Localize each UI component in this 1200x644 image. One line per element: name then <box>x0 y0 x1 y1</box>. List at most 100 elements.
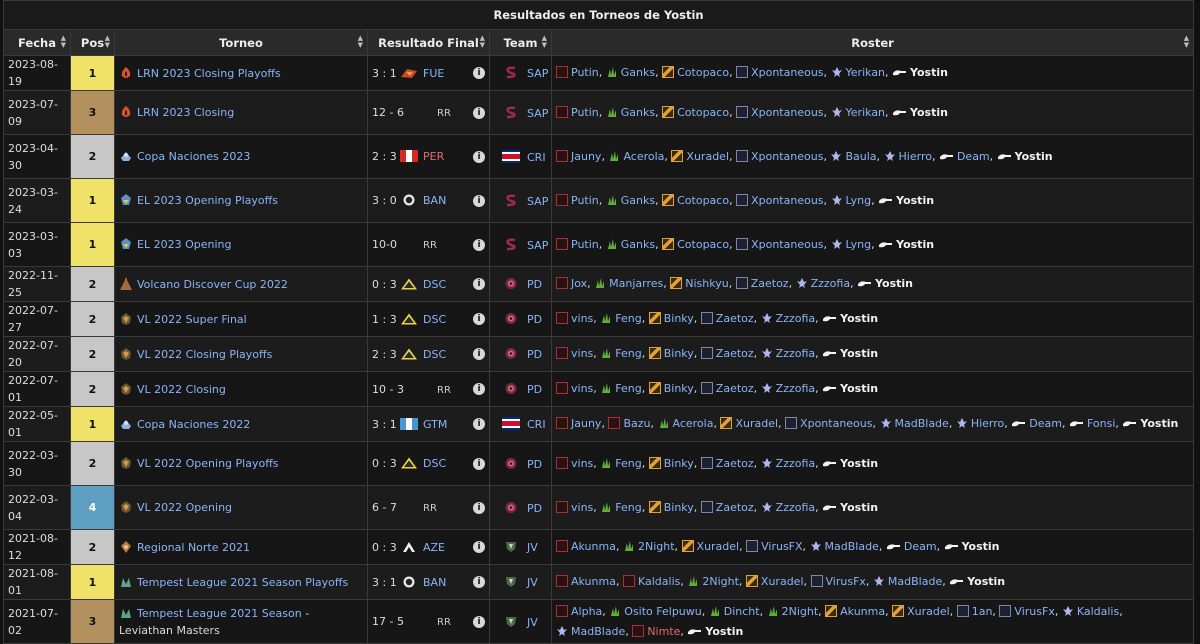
player-link[interactable]: Zaetoz <box>751 277 789 290</box>
player-link[interactable]: Putin <box>571 66 599 79</box>
player-link[interactable]: VirusFX <box>761 540 802 553</box>
player-link[interactable]: Xpontaneous <box>751 106 823 119</box>
player-link[interactable]: Xuradel <box>697 540 740 553</box>
player-link[interactable]: MadBlade <box>895 417 949 430</box>
info-icon[interactable]: i <box>473 150 485 163</box>
player-link[interactable]: Zzzofia <box>776 382 815 395</box>
player-link[interactable]: Kaldalis <box>1077 605 1119 618</box>
info-icon[interactable]: i <box>473 278 485 290</box>
tournament-link[interactable]: EL 2023 Opening <box>137 238 231 251</box>
info-icon[interactable]: i <box>473 501 485 514</box>
tournament-link[interactable]: LRN 2023 Closing <box>137 106 234 119</box>
sort-icon[interactable]: ▲ ▼ <box>542 35 547 49</box>
player-link[interactable]: Xpontaneous <box>751 150 823 163</box>
player-link[interactable]: Xuradel <box>907 605 950 618</box>
player-link[interactable]: MadBlade <box>571 625 625 638</box>
player-link[interactable]: Deam <box>904 540 937 553</box>
player-link[interactable]: 2Night <box>782 605 819 618</box>
player-link[interactable]: Zzzofia <box>811 277 850 290</box>
opponent-link[interactable]: GTM <box>423 418 451 431</box>
player-link[interactable]: Jauny <box>571 417 601 430</box>
player-link[interactable]: Putin <box>571 106 599 119</box>
sort-icon[interactable]: ▲ ▼ <box>480 35 485 49</box>
player-link[interactable]: Binky <box>664 347 694 360</box>
team-link[interactable]: JV <box>527 576 538 589</box>
player-link[interactable]: Feng <box>615 312 641 325</box>
player-link[interactable]: Ganks <box>621 194 655 207</box>
info-icon[interactable]: i <box>473 194 485 207</box>
player-link[interactable]: Cotopaco <box>677 238 729 251</box>
info-icon[interactable]: i <box>473 67 485 79</box>
player-link[interactable]: Xuradel <box>735 417 778 430</box>
player-link[interactable]: Zaetoz <box>716 312 754 325</box>
player-link[interactable]: vins <box>571 501 593 514</box>
col-header-date[interactable]: Fecha ▲ ▼ <box>3 29 71 56</box>
info-icon[interactable]: i <box>473 313 485 325</box>
team-link[interactable]: SAP <box>527 67 548 80</box>
player-link[interactable]: Feng <box>615 501 641 514</box>
info-icon[interactable]: i <box>473 615 485 628</box>
player-link[interactable]: Binky <box>664 312 694 325</box>
player-link[interactable]: Ganks <box>621 106 655 119</box>
player-link[interactable]: Fonsi <box>1087 417 1115 430</box>
team-link[interactable]: JV <box>527 541 538 554</box>
info-icon[interactable]: i <box>473 541 485 553</box>
opponent-link[interactable]: FUE <box>423 67 451 80</box>
player-link[interactable]: vins <box>571 312 593 325</box>
col-header-tournament[interactable]: Torneo ▲ ▼ <box>114 29 368 56</box>
info-icon[interactable]: i <box>473 576 485 588</box>
player-link[interactable]: Binky <box>664 501 694 514</box>
tournament-link[interactable]: Tempest League 2021 Season <box>137 607 302 620</box>
opponent-link[interactable]: BAN <box>423 576 451 589</box>
player-link[interactable]: 2Night <box>638 540 675 553</box>
player-link[interactable]: Cotopaco <box>677 66 729 79</box>
opponent-link[interactable]: DSC <box>423 457 451 470</box>
info-icon[interactable]: i <box>473 457 485 470</box>
info-icon[interactable]: i <box>473 383 485 395</box>
player-link[interactable]: VirusFx <box>1014 605 1054 618</box>
team-link[interactable]: PD <box>527 313 542 326</box>
team-link[interactable]: PD <box>527 383 542 396</box>
opponent-link[interactable]: PER <box>423 150 451 163</box>
tournament-link[interactable]: VL 2022 Opening Playoffs <box>137 457 279 470</box>
team-link[interactable]: SAP <box>527 107 548 120</box>
player-link[interactable]: Manjarres <box>609 277 663 290</box>
player-link[interactable]: vins <box>571 382 593 395</box>
info-icon[interactable]: i <box>473 238 485 251</box>
col-header-pos[interactable]: Pos ▲ ▼ <box>70 29 115 56</box>
team-link[interactable]: PD <box>527 278 542 291</box>
opponent-link[interactable]: DSC <box>423 348 451 361</box>
player-link[interactable]: Nishkyu <box>685 277 728 290</box>
player-link[interactable]: Bazu <box>623 417 650 430</box>
team-link[interactable]: SAP <box>527 195 548 208</box>
player-link[interactable]: Baula <box>845 150 876 163</box>
player-link[interactable]: Feng <box>615 347 641 360</box>
player-link[interactable]: Hierro <box>899 150 932 163</box>
player-link[interactable]: Lyng <box>846 238 872 251</box>
player-link[interactable]: Ganks <box>621 66 655 79</box>
opponent-link[interactable]: BAN <box>423 194 451 207</box>
player-link[interactable]: Jox <box>571 277 587 290</box>
player-link[interactable]: Cotopaco <box>677 106 729 119</box>
player-link[interactable]: Akunma <box>840 605 885 618</box>
opponent-link[interactable]: AZE <box>423 541 451 554</box>
tournament-link[interactable]: Copa Naciones 2022 <box>137 418 250 431</box>
player-link[interactable]: Feng <box>615 457 641 470</box>
sort-icon[interactable]: ▲ ▼ <box>1184 35 1189 49</box>
team-link[interactable]: JV <box>527 616 538 629</box>
player-link[interactable]: Deam <box>957 150 990 163</box>
player-link[interactable]: Osito Felpuwu <box>624 605 701 618</box>
player-link[interactable]: Zzzofia <box>776 501 815 514</box>
player-link[interactable]: vins <box>571 347 593 360</box>
player-link[interactable]: 1an <box>972 605 993 618</box>
player-link[interactable]: Xpontaneous <box>751 238 823 251</box>
player-link[interactable]: Jauny <box>571 150 601 163</box>
player-link[interactable]: Ganks <box>621 238 655 251</box>
player-link[interactable]: Xpontaneous <box>751 194 823 207</box>
col-header-team[interactable]: Team ▲ ▼ <box>489 29 552 56</box>
team-link[interactable]: CRI <box>527 418 546 431</box>
opponent-link[interactable]: DSC <box>423 278 451 291</box>
player-link[interactable]: Xuradel <box>686 150 729 163</box>
player-link[interactable]: Zaetoz <box>716 347 754 360</box>
tournament-link[interactable]: Regional Norte 2021 <box>137 541 250 554</box>
